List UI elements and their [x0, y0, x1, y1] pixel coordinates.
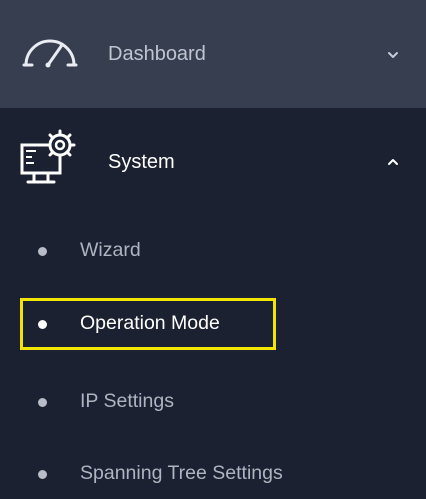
- sidebar-item-dashboard-label: Dashboard: [108, 43, 206, 65]
- sidebar-item-dashboard[interactable]: Dashboard: [0, 0, 426, 108]
- speedometer-icon: [22, 39, 78, 68]
- computer-settings-icon: [20, 129, 76, 184]
- submenu-item-spanning-tree-settings[interactable]: Spanning Tree Settings: [0, 455, 426, 495]
- sidebar-nav: Dashboard System Wizard Operation Mode I…: [0, 0, 426, 499]
- sidebar-item-system-label: System: [108, 151, 175, 173]
- submenu-item-label: Wizard: [80, 239, 141, 261]
- submenu-item-wizard[interactable]: Wizard: [0, 232, 426, 272]
- highlight-box: [20, 298, 276, 350]
- chevron-down-icon[interactable]: [386, 48, 400, 62]
- bullet-icon: [38, 398, 47, 407]
- submenu-item-label: Spanning Tree Settings: [80, 462, 283, 484]
- chevron-up-icon[interactable]: [386, 155, 400, 169]
- submenu-item-ip-settings[interactable]: IP Settings: [0, 383, 426, 423]
- bullet-icon: [38, 247, 47, 256]
- submenu-item-label: IP Settings: [80, 390, 174, 412]
- bullet-icon: [38, 470, 47, 479]
- sidebar-item-system[interactable]: System: [0, 108, 426, 215]
